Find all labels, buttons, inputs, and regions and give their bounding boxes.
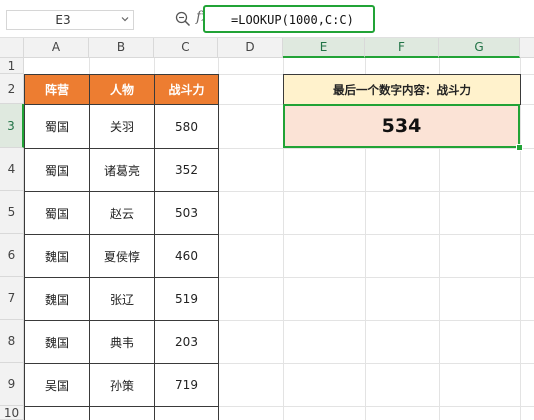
table-cell[interactable]: 魏国	[24, 277, 90, 321]
col-header-e[interactable]: E	[283, 38, 365, 58]
select-all-corner[interactable]	[0, 38, 24, 58]
row-header-1[interactable]: 1	[0, 58, 24, 74]
table-cell[interactable]: 580	[154, 104, 219, 149]
result-title[interactable]: 最后一个数字内容：战斗力	[283, 74, 521, 105]
table-cell[interactable]: 203	[154, 320, 219, 364]
col-header-b[interactable]: B	[89, 38, 154, 58]
formula-bar: E3 fx =LOOKUP(1000,C:C)	[0, 0, 534, 38]
row-header-8[interactable]: 8	[0, 320, 24, 363]
col-header-f[interactable]: F	[365, 38, 439, 58]
row-header-6[interactable]: 6	[0, 234, 24, 277]
table-header-camp[interactable]: 阵营	[24, 74, 90, 105]
result-value-cell[interactable]: 534	[283, 104, 520, 148]
table-cell[interactable]: 蜀国	[24, 104, 90, 149]
table-cell[interactable]: 503	[154, 191, 219, 235]
table-cell[interactable]	[154, 406, 219, 420]
name-box[interactable]: E3	[6, 10, 134, 30]
row-header-9[interactable]: 9	[0, 363, 24, 406]
grid-line	[520, 58, 521, 420]
table-header-power[interactable]: 战斗力	[154, 74, 219, 105]
table-cell[interactable]: 魏国	[24, 320, 90, 364]
col-header-d[interactable]: D	[218, 38, 283, 58]
chevron-down-icon[interactable]	[121, 15, 129, 23]
name-box-value: E3	[55, 13, 71, 27]
table-header-character[interactable]: 人物	[89, 74, 155, 105]
table-cell[interactable]: 吴国	[24, 363, 90, 407]
table-cell[interactable]: 352	[154, 148, 219, 192]
table-cell[interactable]: 诸葛亮	[89, 148, 155, 192]
col-header-a[interactable]: A	[24, 38, 89, 58]
table-cell[interactable]: 赵云	[89, 191, 155, 235]
table-cell[interactable]: 519	[154, 277, 219, 321]
table-cell[interactable]: 魏国	[24, 234, 90, 278]
row-header-4[interactable]: 4	[0, 148, 24, 191]
fill-handle[interactable]	[516, 144, 523, 151]
zoom-icon[interactable]	[174, 10, 192, 28]
row-header-5[interactable]: 5	[0, 191, 24, 234]
row-header-10[interactable]: 10	[0, 406, 24, 420]
table-cell[interactable]	[89, 406, 155, 420]
formula-input[interactable]: =LOOKUP(1000,C:C)	[203, 5, 375, 33]
table-cell[interactable]: 蜀国	[24, 191, 90, 235]
table-cell[interactable]: 719	[154, 363, 219, 407]
table-cell[interactable]: 典韦	[89, 320, 155, 364]
table-cell[interactable]: 夏侯惇	[89, 234, 155, 278]
table-cell[interactable]: 关羽	[89, 104, 155, 149]
table-cell[interactable]: 460	[154, 234, 219, 278]
formula-text: =LOOKUP(1000,C:C)	[231, 13, 354, 27]
col-header-c[interactable]: C	[154, 38, 218, 58]
table-cell[interactable]: 蜀国	[24, 148, 90, 192]
table-cell[interactable]: 张辽	[89, 277, 155, 321]
table-cell[interactable]	[24, 406, 90, 420]
col-header-g[interactable]: G	[439, 38, 520, 58]
col-header-h[interactable]	[520, 38, 534, 58]
table-cell[interactable]: 孙策	[89, 363, 155, 407]
row-header-2[interactable]: 2	[0, 74, 24, 104]
row-header-7[interactable]: 7	[0, 277, 24, 320]
row-header-3[interactable]: 3	[0, 104, 24, 148]
